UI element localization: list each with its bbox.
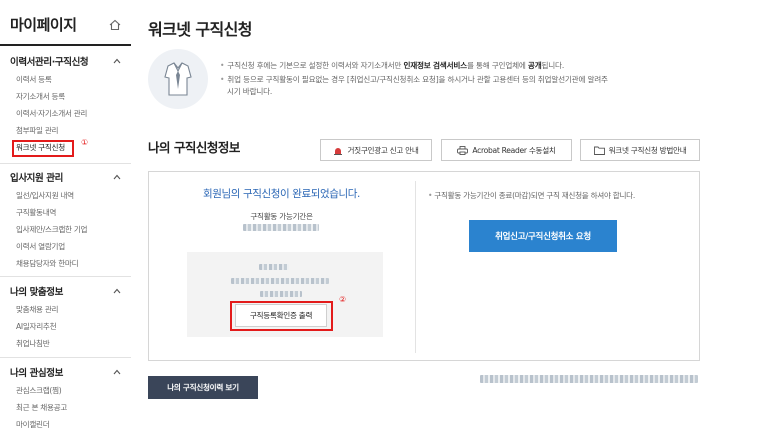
page-title: 워크넷 구직신청 xyxy=(148,20,252,39)
section-title: 입사지원 관리 xyxy=(10,173,63,184)
sidebar-item-intro-register[interactable]: 자기소개서 등록 xyxy=(0,89,131,106)
chevron-up-icon xyxy=(113,369,121,375)
notice-public: • 구직신청 후에는 기본으로 설정한 이력서와 자기소개서만 인재정보 검색서비… xyxy=(220,61,565,70)
sidebar-item-label: 이력서 등록 xyxy=(16,75,52,84)
sidebar-item-label: 마이캘린더 xyxy=(16,420,50,428)
sidebar-section-header[interactable]: 나의 맞춤정보 xyxy=(0,284,131,302)
period-label: 구직활동 가능기간은 xyxy=(250,212,313,221)
sidebar-item-ai-recommend[interactable]: AI일자리추천 xyxy=(0,319,131,336)
apply-guide-button[interactable]: 워크넷 구직신청 방법안내 xyxy=(580,139,700,161)
sidebar-item-viewed-companies[interactable]: 이력서 열람기업 xyxy=(0,239,131,256)
redacted-info xyxy=(259,264,289,270)
redacted-info xyxy=(260,291,302,297)
sidebar-item-label: 입사제안/스크랩한 기업 xyxy=(16,225,88,234)
sidebar-section-header[interactable]: 입사지원 관리 xyxy=(0,170,131,188)
sidebar-item-attachments[interactable]: 첨부파일 관리 xyxy=(0,123,131,140)
redacted-period xyxy=(243,224,319,231)
alert-siren-icon xyxy=(334,147,343,155)
sidebar-item-custom-jobs[interactable]: 맞춤채용 관리 xyxy=(0,302,131,319)
notice-bold: 공개 xyxy=(527,61,542,70)
notice-text: 취업 등으로 구직활동이 필요없는 경우 [취업신고/구직신청취소 요청]을 하… xyxy=(227,75,608,84)
chevron-up-icon xyxy=(113,288,121,294)
reapply-notice: • 구직활동 가능기간이 종료(마감)되면 구직 재신청을 하셔야 합니다. xyxy=(428,191,635,200)
sidebar-item-application-history[interactable]: 일선/입사지원 내역 xyxy=(0,188,131,205)
sidebar-item-scrap[interactable]: 관심스크랩(찜) xyxy=(0,383,131,400)
sidebar-item-label: 관심스크랩(찜) xyxy=(16,386,62,395)
notice-text: 를 통해 구인업체에 xyxy=(466,61,528,70)
sidebar-section-custom: 나의 맞춤정보 맞춤채용 관리 AI일자리추천 취업나침반 xyxy=(0,284,131,353)
section-title: 나의 관심정보 xyxy=(10,368,63,379)
sidebar-divider xyxy=(0,357,131,358)
section-title: 나의 맞춤정보 xyxy=(10,287,63,298)
sidebar-item-compass[interactable]: 취업나침반 xyxy=(0,336,131,353)
printer-icon xyxy=(457,145,469,155)
sidebar-item-label: 일선/입사지원 내역 xyxy=(16,191,74,200)
acrobat-install-button[interactable]: Acrobat Reader 수동설치 xyxy=(441,139,572,161)
cancel-application-button[interactable]: 취업신고/구직신청취소 요청 xyxy=(469,220,617,252)
step-marker-1: ① xyxy=(81,138,89,147)
sidebar-item-calendar[interactable]: 마이캘린더 xyxy=(0,417,131,428)
notice-text: 됩니다. xyxy=(541,61,565,70)
sidebar-item-job-activity[interactable]: 구직활동내역 xyxy=(0,205,131,222)
sidebar-divider xyxy=(0,163,131,164)
notice-cancel-cont: 시기 바랍니다. xyxy=(227,86,707,98)
highlight-box-2 xyxy=(230,301,333,331)
highlight-box-1 xyxy=(12,140,74,157)
redacted-info xyxy=(231,278,329,284)
chevron-up-icon xyxy=(113,58,121,64)
sidebar-section-interest: 나의 관심정보 관심스크랩(찜) 최근 본 채용공고 마이캘린더 xyxy=(0,365,131,428)
sidebar-header: 마이페이지 xyxy=(0,0,131,46)
notice-text: 구직신청 후에는 기본으로 설정한 이력서와 자기소개서만 xyxy=(227,61,404,70)
sidebar-item-label: 맞춤채용 관리 xyxy=(16,305,59,314)
sidebar-item-label: 첨부파일 관리 xyxy=(16,126,59,135)
notice-cancel: • 취업 등으로 구직활동이 필요없는 경우 [취업신고/구직신청취소 요청]을 … xyxy=(220,75,608,84)
sidebar-item-label: 최근 본 채용공고 xyxy=(16,403,68,412)
sidebar-item-resume-manage[interactable]: 이력서·자기소개서 관리 xyxy=(0,106,131,123)
sidebar-item-label: 자기소개서 등록 xyxy=(16,92,65,101)
sidebar-item-label: 취업나침반 xyxy=(16,339,50,348)
sidebar-item-label: AI일자리추천 xyxy=(16,322,57,331)
notice-text: 구직활동 가능기간이 종료(마감)되면 구직 재신청을 하셔야 합니다. xyxy=(434,191,635,200)
fake-ad-report-button[interactable]: 거짓구인광고 신고 안내 xyxy=(320,139,432,161)
completion-message: 회원님의 구직신청이 완료되었습니다. xyxy=(203,188,360,200)
section-title: 이력서관리·구직신청 xyxy=(10,57,89,68)
sidebar-item-label: 채용담당자와 한마디 xyxy=(16,259,79,268)
home-icon[interactable] xyxy=(109,19,121,31)
step-marker-2: ② xyxy=(339,295,347,304)
sidebar-title: 마이페이지 xyxy=(10,16,77,34)
sidebar-item-recent-jobs[interactable]: 최근 본 채용공고 xyxy=(0,400,131,417)
notice-bold: 인재정보 검색서비스 xyxy=(403,61,467,70)
view-history-button[interactable]: 나의 구직신청이력 보기 xyxy=(148,376,258,399)
sidebar-divider xyxy=(0,276,131,277)
sidebar-item-label: 이력서·자기소개서 관리 xyxy=(16,109,88,118)
sidebar-item-label: 이력서 열람기업 xyxy=(16,242,65,251)
section-title: 나의 구직신청정보 xyxy=(148,140,240,155)
sidebar: 마이페이지 이력서관리·구직신청 이력서 등록 자기소개서 등록 이력서·자기소… xyxy=(0,0,131,428)
redacted-footer-info xyxy=(480,375,698,383)
sidebar-section-header[interactable]: 나의 관심정보 xyxy=(0,365,131,383)
status-divider xyxy=(415,181,416,353)
sidebar-section-header[interactable]: 이력서관리·구직신청 xyxy=(0,54,131,72)
shirt-icon xyxy=(164,62,192,96)
button-label: Acrobat Reader 수동설치 xyxy=(472,145,556,155)
sidebar-item-label: 구직활동내역 xyxy=(16,208,57,217)
chevron-up-icon xyxy=(113,174,121,180)
shirt-illustration xyxy=(148,49,208,109)
sidebar-item-recruiter-chat[interactable]: 채용담당자와 한마디 xyxy=(0,256,131,273)
button-label: 거짓구인광고 신고 안내 xyxy=(347,145,419,155)
sidebar-section-applications: 입사지원 관리 일선/입사지원 내역 구직활동내역 입사제안/스크랩한 기업 이… xyxy=(0,170,131,273)
notice-text: 시기 바랍니다. xyxy=(227,87,273,96)
sidebar-item-resume-register[interactable]: 이력서 등록 xyxy=(0,72,131,89)
sidebar-item-offers[interactable]: 입사제안/스크랩한 기업 xyxy=(0,222,131,239)
button-label: 워크넷 구직신청 방법안내 xyxy=(608,145,687,155)
folder-icon xyxy=(593,146,605,155)
